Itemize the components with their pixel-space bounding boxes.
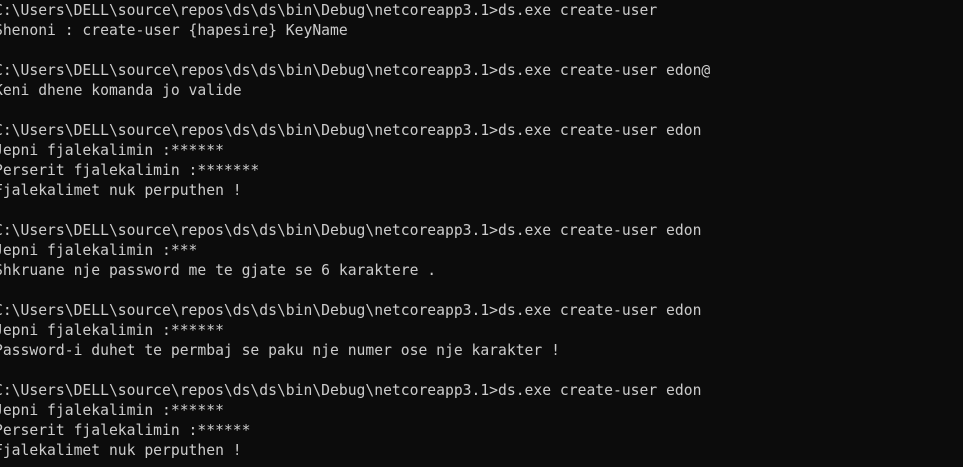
blank-line: [0, 361, 710, 381]
blank-line: [0, 41, 710, 61]
output-line: Shkruane nje password me te gjate se 6 k…: [0, 262, 437, 279]
blank-line: [0, 281, 710, 301]
output-line: Keni dhene komanda jo valide: [0, 82, 242, 99]
output-line: Perserit fjalekalimin :******: [0, 422, 251, 439]
command-line: C:\Users\DELL\source\repos\ds\ds\bin\Deb…: [0, 122, 702, 139]
output-line: Password-i duhet te permbaj se paku nje …: [0, 342, 560, 359]
command-line: C:\Users\DELL\source\repos\ds\ds\bin\Deb…: [0, 2, 658, 19]
command-line: C:\Users\DELL\source\repos\ds\ds\bin\Deb…: [0, 382, 702, 399]
output-line: Fjalekalimet nuk perputhen !: [0, 442, 242, 459]
command-line: C:\Users\DELL\source\repos\ds\ds\bin\Deb…: [0, 302, 702, 319]
blank-line: [0, 201, 710, 221]
output-line: Jepni fjalekalimin :******: [0, 402, 224, 419]
output-line: Fjalekalimet nuk perputhen !: [0, 182, 242, 199]
output-line: Shenoni : create-user {hapesire} KeyName: [0, 22, 348, 39]
command-line: C:\Users\DELL\source\repos\ds\ds\bin\Deb…: [0, 62, 711, 79]
blank-line: [0, 101, 710, 121]
output-line: Jepni fjalekalimin :******: [0, 322, 224, 339]
command-line: C:\Users\DELL\source\repos\ds\ds\bin\Deb…: [0, 222, 702, 239]
output-line: Jepni fjalekalimin :***: [0, 242, 198, 259]
output-line: Jepni fjalekalimin :******: [0, 142, 224, 159]
output-line: Perserit fjalekalimin :*******: [0, 162, 260, 179]
console-window[interactable]: C:\Users\DELL\source\repos\ds\ds\bin\Deb…: [0, 0, 963, 467]
console-output: C:\Users\DELL\source\repos\ds\ds\bin\Deb…: [0, 1, 710, 461]
